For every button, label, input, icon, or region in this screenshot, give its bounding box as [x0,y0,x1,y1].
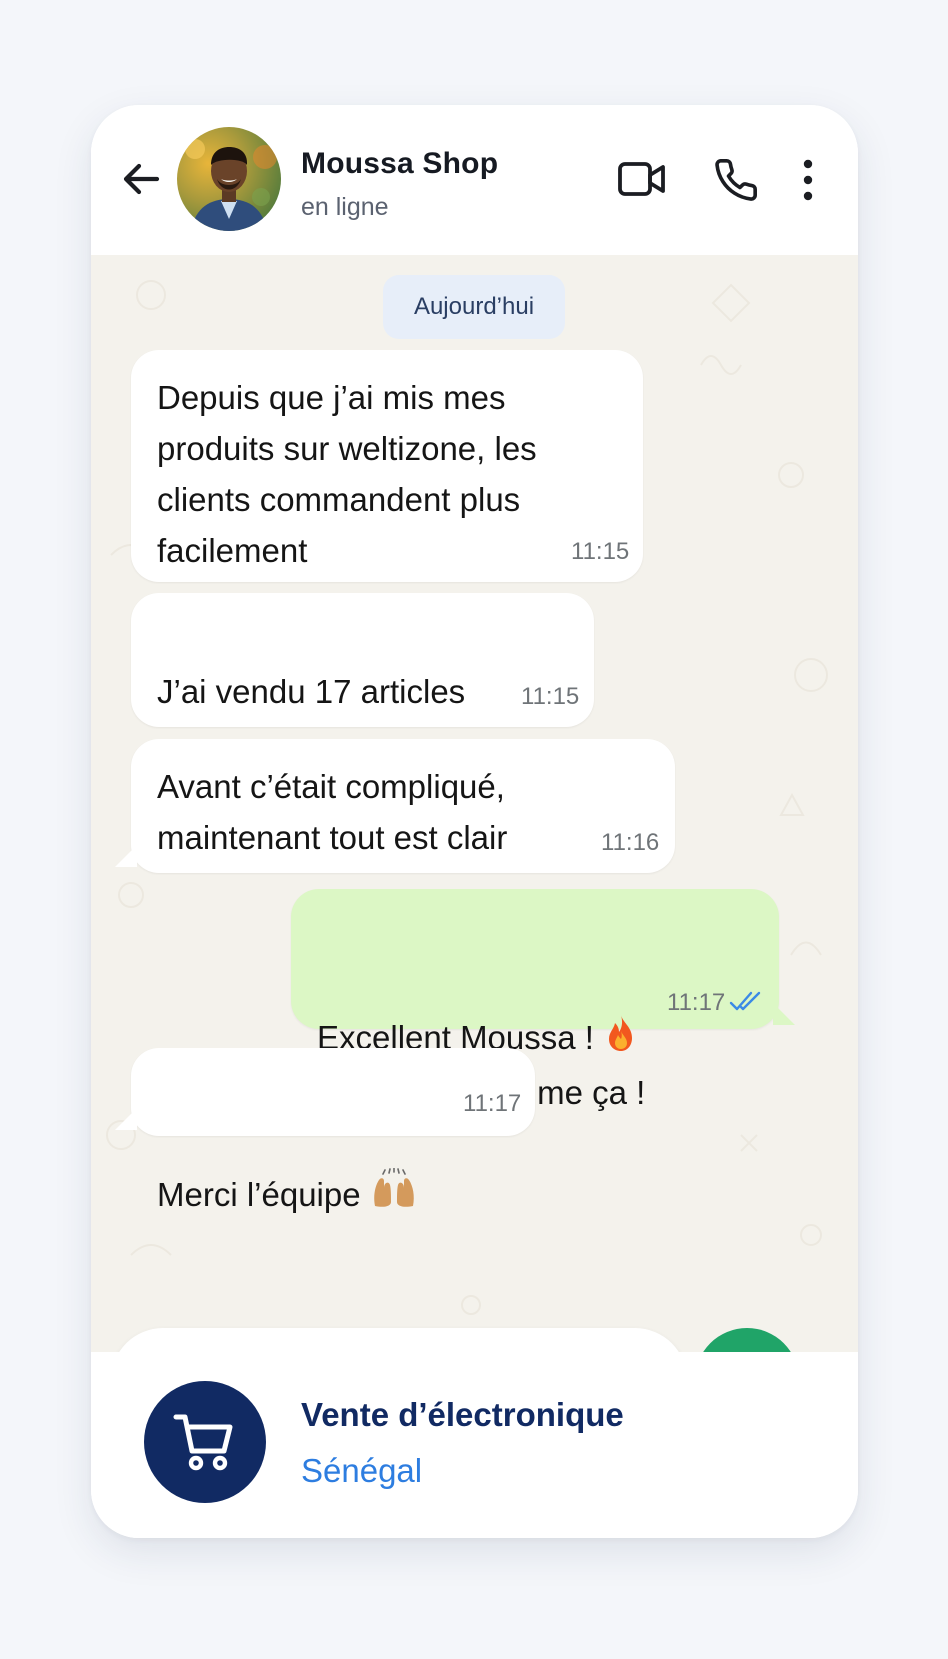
message-bubble-incoming[interactable]: Merci l’équipe 11:17 [115,1048,535,1213]
back-arrow-icon[interactable] [117,155,165,203]
message-text-content: Merci l’équipe [157,1176,361,1213]
message-bubble-outgoing[interactable]: Excellent Moussa ! Continuez comme ça ! … [291,889,795,1111]
more-vertical-icon[interactable] [796,157,820,203]
store-country: Sénégal [301,1452,423,1489]
message-time: 11:16 [601,829,660,856]
store-category: Vente d’électronique [301,1396,624,1433]
raising-hands-emoji [371,1117,417,1224]
message-time: 11:17 [463,1090,522,1117]
message-text: Avant c’était compliqué, maintenant tout… [157,768,508,856]
chat-header: Moussa Shop en ligne [91,105,858,255]
message-text: Merci l’équipe [157,1066,417,1224]
chat-area[interactable]: Aujourd’hui Depuis que j’ai mis mes prod… [91,255,858,1432]
message-time: 11:17 [667,989,726,1016]
date-chip: Aujourd’hui [383,275,565,339]
message-text: Depuis que j’ai mis mes produits sur wel… [157,379,537,569]
contact-name: Moussa Shop [301,147,499,180]
phone-icon[interactable] [713,157,759,203]
double-check-icon [729,989,763,1013]
message-time: 11:15 [521,683,580,710]
store-footer: Vente d’électronique Sénégal [91,1352,858,1538]
message-time: 11:15 [571,538,630,565]
shopping-cart-icon [144,1381,266,1503]
chat-card: Moussa Shop en ligne Aujourd’hui Depuis … [91,105,858,1538]
message-bubble-incoming[interactable]: Avant c’était compliqué, maintenant tout… [115,739,675,873]
fire-emoji [604,962,638,1067]
avatar[interactable] [177,127,281,231]
contact-status: en ligne [301,193,389,221]
video-camera-icon[interactable] [617,157,667,201]
message-bubble-incoming[interactable]: Depuis que j’ai mis mes produits sur wel… [131,350,643,582]
message-bubble-incoming[interactable]: J’ai vendu 17 articles cette semaine 11:… [131,593,594,809]
